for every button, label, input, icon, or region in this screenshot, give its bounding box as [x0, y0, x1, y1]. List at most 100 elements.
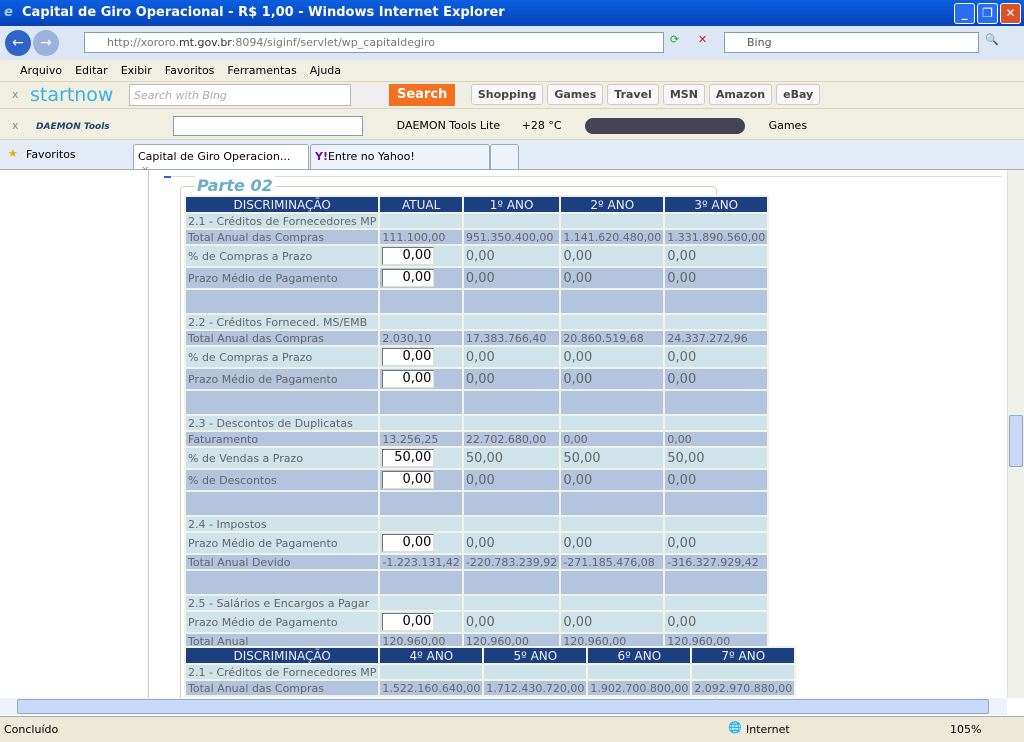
table-cell: [463, 492, 560, 515]
table-cell: 0,00: [380, 246, 462, 266]
table-cell: -1.223.131,42: [380, 555, 462, 569]
search-icon[interactable]: 🔍: [985, 33, 999, 46]
value-input[interactable]: 0,00: [382, 247, 435, 265]
minimize-button[interactable]: _: [954, 3, 975, 24]
table-cell: [380, 517, 462, 531]
status-text: Concluído: [4, 723, 59, 736]
search-button[interactable]: Search: [388, 84, 456, 106]
radio-player[interactable]: [585, 118, 746, 134]
table-cell: [380, 391, 462, 414]
forward-button[interactable]: →: [33, 30, 59, 56]
shopping-link[interactable]: Shopping: [470, 84, 544, 105]
globe-icon: 🌐: [728, 721, 742, 734]
column-header: 4º ANO: [380, 648, 483, 663]
column-header: DISCRIMINAÇÃO: [186, 197, 379, 212]
table-cell: Total Anual das Compras: [186, 331, 379, 345]
table-cell: -220.783.239,92: [463, 555, 560, 569]
vertical-scrollbar[interactable]: [1007, 170, 1024, 698]
back-button[interactable]: ←: [5, 30, 31, 56]
favorites-button[interactable]: Favoritos: [26, 148, 76, 161]
tab-capital-de-giro[interactable]: Capital de Giro Operacion... x: [133, 144, 309, 176]
menu-arquivo[interactable]: Arquivo: [20, 64, 62, 77]
table-row: % de Vendas a Prazo 50,00 50,00 50,00 50,00: [186, 448, 768, 468]
table-cell: [561, 596, 664, 610]
menu-ajuda[interactable]: Ajuda: [310, 64, 341, 77]
menu-exibir[interactable]: Exibir: [121, 64, 152, 77]
table-cell: 0,00: [463, 347, 560, 367]
stop-icon[interactable]: ✕: [698, 33, 707, 46]
maximize-button[interactable]: ❐: [977, 3, 998, 24]
ie-icon: e: [4, 5, 13, 20]
table-cell: [484, 665, 587, 679]
table-cell: [561, 517, 664, 531]
table-cell: [463, 517, 560, 531]
menu-ferramentas[interactable]: Ferramentas: [227, 64, 296, 77]
table-cell: 2.5 - Salários e Encargos a Pagar: [186, 596, 379, 610]
value-input[interactable]: 0,00: [382, 348, 435, 366]
menu-editar[interactable]: Editar: [75, 64, 108, 77]
table-cell: % de Descontos: [186, 470, 379, 490]
table-cell: 0,00: [561, 369, 664, 389]
value-input[interactable]: 0,00: [382, 370, 435, 388]
travel-link[interactable]: Travel: [607, 84, 659, 105]
table-cell: 2.1 - Créditos de Fornecedores MP: [186, 214, 379, 228]
horizontal-scrollbar[interactable]: [0, 698, 1007, 715]
close-toolbar-icon[interactable]: x: [12, 88, 19, 101]
collapse-icon[interactable]: [164, 176, 171, 178]
tab-yahoo[interactable]: Y!Entre no Yahoo!: [310, 144, 490, 170]
daemon-tools-lite-button[interactable]: DAEMON Tools Lite: [397, 119, 501, 132]
table-row: Faturamento 13.256,25 22.702.680,00 0,00 0,0…: [186, 432, 768, 446]
startnow-search-input[interactable]: Search with Bing: [128, 84, 351, 106]
table-row: [186, 290, 768, 313]
new-tab-button[interactable]: [490, 144, 519, 170]
value-input[interactable]: 0,00: [382, 534, 435, 552]
header-row: DISCRIMINAÇÃO ATUAL 1º ANO 2º ANO 3º ANO: [186, 197, 768, 212]
table-row: 2.5 - Salários e Encargos a Pagar: [186, 596, 768, 610]
zoom-button[interactable]: 105%: [950, 723, 981, 736]
table-cell: 17.383.766,40: [463, 331, 560, 345]
title-bar: e Capital de Giro Operacional - R$ 1,00 …: [0, 0, 1024, 26]
daemon-search-input[interactable]: [173, 116, 364, 136]
table-cell: 50,00: [561, 448, 664, 468]
table-cell: 0,00: [463, 612, 560, 632]
weather-button[interactable]: +28 °C: [522, 119, 562, 132]
table-cell: Faturamento: [186, 432, 379, 446]
table-cell: 0,00: [665, 432, 768, 446]
value-input[interactable]: 0,00: [382, 269, 435, 287]
amazon-link[interactable]: Amazon: [708, 84, 773, 105]
table-cell: 50,00: [380, 448, 462, 468]
address-input[interactable]: http://xororo.mt.gov.br:8094/siginf/serv…: [84, 32, 664, 53]
scroll-thumb[interactable]: [17, 699, 989, 714]
divider: [148, 170, 149, 698]
table-cell: [561, 571, 664, 594]
value-input[interactable]: 50,00: [382, 449, 435, 467]
refresh-icon[interactable]: ⟳: [670, 33, 679, 46]
value-input[interactable]: 0,00: [382, 613, 435, 631]
table-cell: [463, 290, 560, 313]
ebay-link[interactable]: eBay: [776, 84, 821, 105]
table-cell: 0,00: [665, 246, 768, 266]
close-button[interactable]: ✕: [1000, 3, 1021, 24]
search-input[interactable]: Bing: [724, 32, 979, 53]
table-row: Prazo Médio de Pagamento 0,00 0,00 0,00 0,00: [186, 612, 768, 632]
table-cell: 2.3 - Descontos de Duplicatas: [186, 416, 379, 430]
table-cell: 0,00: [463, 369, 560, 389]
games-link[interactable]: Games: [547, 84, 604, 105]
msn-link[interactable]: MSN: [662, 84, 705, 105]
menu-favoritos[interactable]: Favoritos: [165, 64, 215, 77]
table-cell: [665, 492, 768, 515]
close-toolbar-icon[interactable]: x: [12, 119, 19, 132]
table-cell: 1.712.430.720,00: [484, 681, 587, 695]
table-cell: [186, 391, 379, 414]
table-cell: [380, 416, 462, 430]
divider: [168, 176, 1002, 177]
search-engine-dropdown[interactable]: [350, 84, 389, 106]
value-input[interactable]: 0,00: [382, 471, 435, 489]
table-cell: 0,00: [561, 268, 664, 288]
games-button[interactable]: Games: [769, 119, 807, 132]
table-cell: 0,00: [665, 268, 768, 288]
scroll-thumb[interactable]: [1009, 415, 1023, 467]
status-bar: Concluído 🌐 Internet 105%: [0, 716, 1024, 742]
table-cell: Prazo Médio de Pagamento: [186, 268, 379, 288]
table-cell: -271.185.476,08: [561, 555, 664, 569]
